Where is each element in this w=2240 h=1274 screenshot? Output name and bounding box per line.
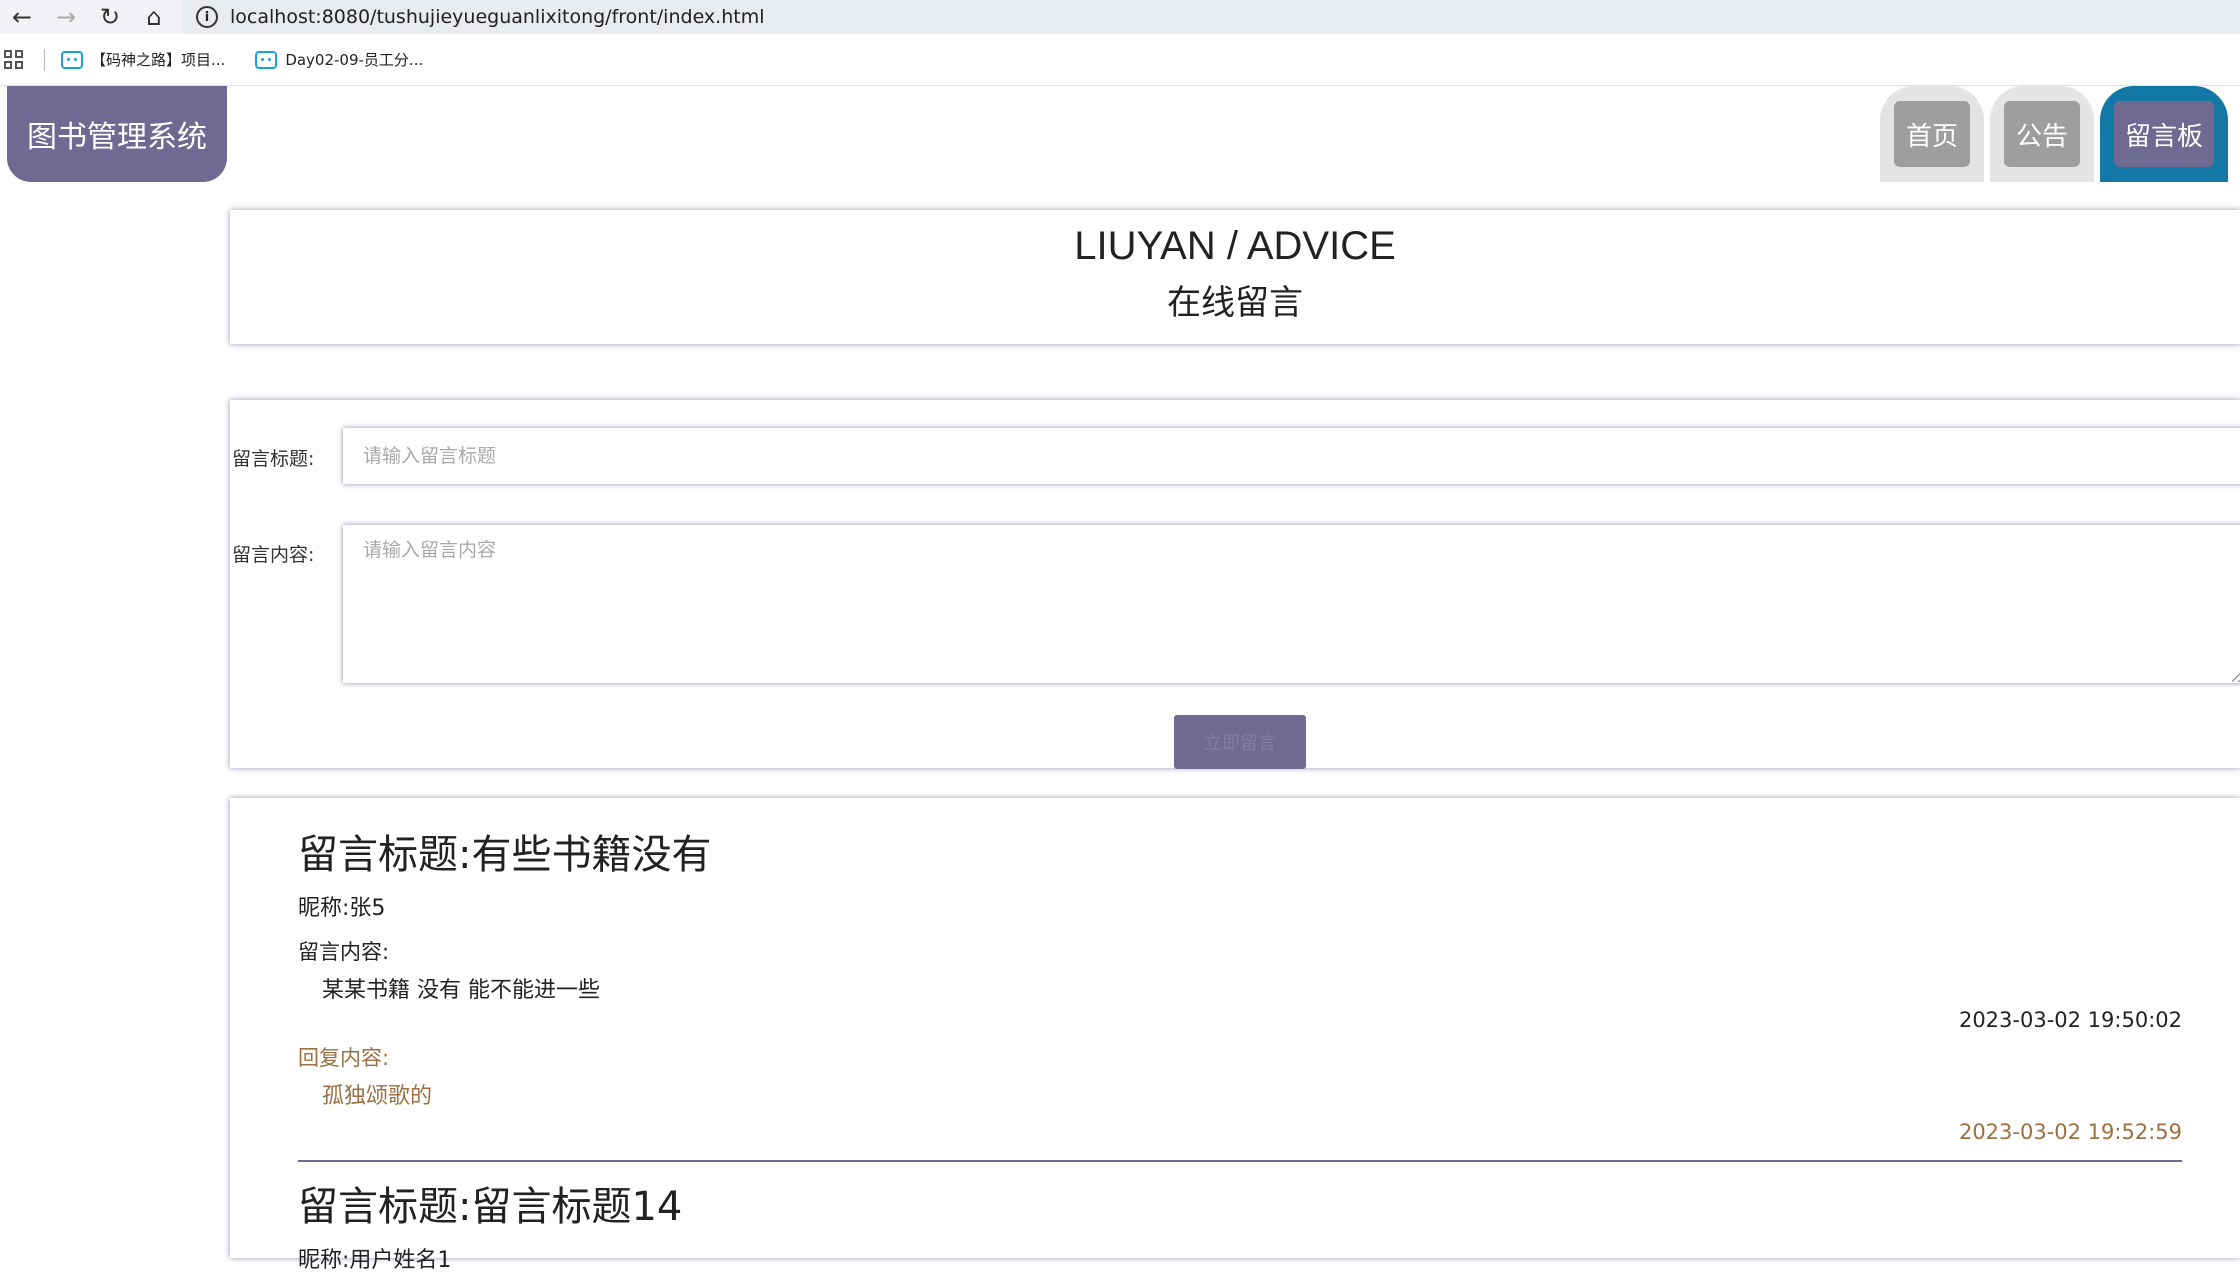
message-nickname: 昵称:张5: [298, 896, 386, 921]
reply-time: 2023-03-02 19:52:59: [1958, 1120, 2182, 1144]
nav-tab-message-board[interactable]: 留言板: [2100, 86, 2228, 182]
nav-tab-notice[interactable]: 公告: [1990, 86, 2094, 182]
message-item: 留言标题:有些书籍没有 昵称:张5 留言内容: 某某书籍 没有 能不能进一些 2…: [298, 828, 2182, 1162]
bookmark-1[interactable]: 【码神之路】项目...: [61, 49, 225, 70]
reply-content: 孤独颂歌的: [322, 1084, 433, 1109]
bookmark-2[interactable]: Day02-09-员工分...: [255, 49, 423, 70]
bookmark-2-label: Day02-09-员工分...: [285, 51, 424, 69]
reply-label: 回复内容:: [298, 1046, 390, 1070]
message-content: 某某书籍 没有 能不能进一些: [322, 978, 600, 1003]
message-nickname: 昵称:用户姓名1: [298, 1248, 452, 1273]
bookmarks-bar: 【码神之路】项目... Day02-09-员工分...: [0, 34, 2240, 86]
bilibili-icon: [61, 50, 83, 69]
nav-tab-notice-label: 公告: [2004, 101, 2080, 167]
bookmark-1-label: 【码神之路】项目...: [91, 51, 226, 69]
message-list: 留言标题:有些书籍没有 昵称:张5 留言内容: 某某书籍 没有 能不能进一些 2…: [230, 798, 2240, 1273]
nav-tab-home-label: 首页: [1894, 101, 1970, 167]
nav-tab-message-board-label: 留言板: [2114, 101, 2214, 167]
url-field[interactable]: i localhost:8080/tushujieyueguanlixitong…: [182, 0, 2240, 34]
message-content-input[interactable]: [343, 525, 2240, 683]
message-title: 留言标题:留言标题14: [298, 1184, 683, 1230]
message-title-input[interactable]: [343, 428, 2240, 484]
section-title-card: LIUYAN / ADVICE 在线留言: [230, 210, 2240, 344]
home-icon[interactable]: ⌂: [132, 0, 176, 34]
section-title-cn: 在线留言: [1167, 283, 1303, 323]
forward-arrow-icon[interactable]: →: [44, 0, 88, 34]
main-nav: 首页 公告 留言板: [1880, 86, 2240, 182]
message-item: 留言标题:留言标题14 昵称:用户姓名1: [298, 1180, 2182, 1274]
back-arrow-icon[interactable]: ←: [0, 0, 44, 34]
submit-message-button[interactable]: 立即留言: [1174, 715, 1306, 769]
message-title-label: 留言标题:: [232, 448, 315, 470]
section-title-en: LIUYAN / ADVICE: [1074, 224, 1396, 268]
apps-grid-icon[interactable]: [4, 49, 24, 70]
message-time: 2023-03-02 19:50:02: [1958, 1008, 2182, 1032]
nav-tab-home[interactable]: 首页: [1880, 86, 1984, 182]
message-title: 留言标题:有些书籍没有: [298, 832, 712, 878]
reload-icon[interactable]: ↻: [88, 0, 132, 34]
browser-address-bar: ← → ↻ ⌂ i localhost:8080/tushujieyueguan…: [0, 0, 2240, 34]
site-info-icon[interactable]: i: [196, 6, 218, 28]
message-form: 留言标题: 留言内容: 立即留言: [230, 400, 2240, 769]
url-text: localhost:8080/tushujieyueguanlixitong/f…: [230, 6, 765, 28]
bilibili-icon: [255, 50, 278, 69]
textarea-resize-grip[interactable]: [2232, 668, 2240, 682]
bookmarks-separator: [44, 48, 45, 71]
message-content-label: 留言内容:: [232, 544, 315, 566]
message-divider: [298, 1160, 2182, 1162]
message-content-label: 留言内容:: [298, 940, 390, 964]
site-logo[interactable]: 图书管理系统: [7, 86, 227, 182]
